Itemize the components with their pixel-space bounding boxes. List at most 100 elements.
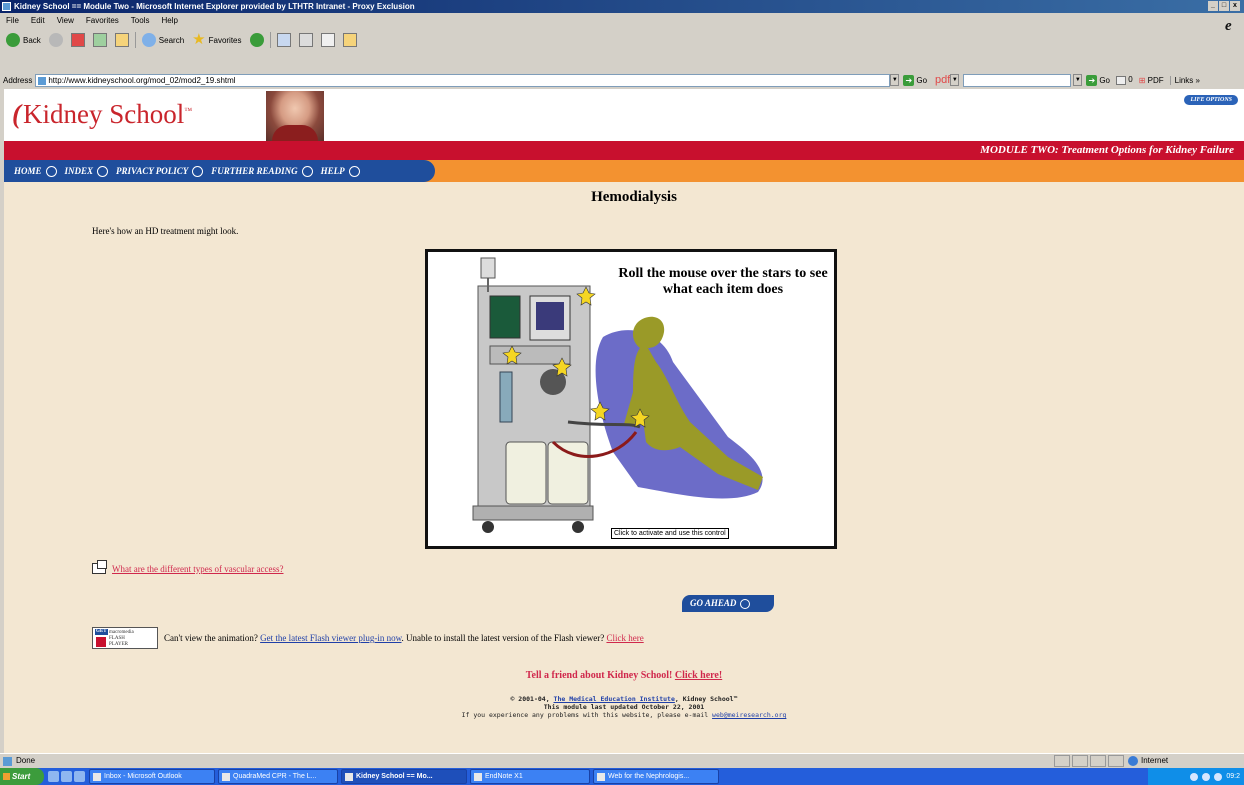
life-options-button[interactable]: LIFE OPTIONS <box>1184 95 1238 105</box>
logo-trademark: ™ <box>184 106 193 115</box>
ie-page-icon <box>2 2 11 11</box>
pdf-dropdown-button[interactable]: ▼ <box>950 74 960 86</box>
go-arrow-icon: ➔ <box>903 74 915 86</box>
quick-launch-icon[interactable] <box>61 771 72 782</box>
home-icon <box>114 33 129 47</box>
flash-animation[interactable]: Roll the mouse over the stars to see wha… <box>425 249 837 549</box>
flash-click-here-link[interactable]: Click here <box>606 633 643 643</box>
flash-badge-line3: PLAYER <box>109 642 128 647</box>
address-label: Address <box>3 75 33 85</box>
nav-privacy-policy[interactable]: PRIVACY POLICY <box>116 165 204 177</box>
status-panel <box>1072 755 1088 767</box>
swoosh-icon <box>348 165 360 177</box>
tray-icon[interactable] <box>1190 772 1199 781</box>
back-button[interactable]: Back <box>4 31 43 49</box>
stop-button[interactable] <box>69 31 87 49</box>
go-button-2[interactable]: ➔ Go <box>1086 74 1110 86</box>
task-label: EndNote X1 <box>485 773 523 780</box>
pdf-search-input[interactable] <box>963 73 1072 87</box>
forward-button[interactable] <box>47 31 65 49</box>
menu-help[interactable]: Help <box>161 14 177 28</box>
page-footer: © 2001-04, The Medical Education Institu… <box>4 695 1244 719</box>
go-label: Go <box>916 75 928 85</box>
menu-view[interactable]: View <box>57 14 74 28</box>
nav-help-label: HELP <box>320 166 345 176</box>
quick-launch <box>48 771 85 782</box>
minimize-button[interactable]: _ <box>1208 1 1218 11</box>
task-outlook[interactable]: Inbox - Microsoft Outlook <box>89 769 215 784</box>
nav-index-label: INDEX <box>64 166 94 176</box>
go-ahead-button[interactable]: GO AHEAD <box>682 595 774 612</box>
globe-icon <box>1128 756 1138 766</box>
refresh-icon <box>92 33 107 47</box>
address-dropdown-button[interactable]: ▼ <box>890 74 900 86</box>
address-url: http://www.kidneyschool.org/mod_02/mod2_… <box>48 75 236 85</box>
address-input[interactable]: http://www.kidneyschool.org/mod_02/mod2_… <box>35 73 891 87</box>
tray-icon[interactable] <box>1214 772 1223 781</box>
links-button[interactable]: Links » <box>1169 75 1200 85</box>
edit-button[interactable] <box>319 31 337 49</box>
vascular-access-link[interactable]: What are the different types of vascular… <box>112 564 284 574</box>
maximize-button[interactable]: □ <box>1219 1 1229 11</box>
task-web-nephrologist[interactable]: Web for the Nephrologis... <box>593 769 719 784</box>
dialyzer <box>499 371 513 423</box>
home-button[interactable] <box>113 31 131 49</box>
page-title: Hemodialysis <box>591 189 677 205</box>
nav-index[interactable]: INDEX <box>64 165 109 177</box>
pdf-search-dropdown[interactable]: ▼ <box>1073 74 1083 86</box>
favorites-button[interactable]: ★ Favorites <box>190 31 243 49</box>
nav-further-label: FURTHER READING <box>211 166 298 176</box>
menu-favorites[interactable]: Favorites <box>86 14 119 28</box>
nav-home-label: HOME <box>14 166 42 176</box>
counter-button[interactable]: 0 <box>1116 75 1133 85</box>
system-tray: 09:2 <box>1148 768 1244 785</box>
back-arrow-icon <box>6 33 20 47</box>
portrait-photo <box>266 91 324 141</box>
quick-launch-icon[interactable] <box>48 771 59 782</box>
menu-file[interactable]: File <box>6 14 19 28</box>
refresh-button[interactable] <box>91 31 109 49</box>
task-quadramed[interactable]: QuadraMed CPR - The L... <box>218 769 338 784</box>
links-label: Links <box>1174 75 1194 85</box>
nav-home[interactable]: HOME <box>14 165 57 177</box>
activate-control-tooltip[interactable]: Click to activate and use this control <box>611 528 729 539</box>
email-link[interactable]: web@meiresearch.org <box>712 711 786 719</box>
flash-install-text: . Unable to install the latest version o… <box>401 633 605 643</box>
tray-icon[interactable] <box>1202 772 1211 781</box>
messenger-button[interactable] <box>341 31 359 49</box>
footer-ks: , Kidney School™ <box>674 695 738 703</box>
counter-value: 0 <box>1128 75 1133 85</box>
close-button[interactable]: x <box>1230 1 1240 11</box>
mail-button[interactable] <box>275 31 293 49</box>
intro-text: Here's how an HD treatment might look. <box>92 226 239 236</box>
start-button[interactable]: Start <box>0 768 44 785</box>
dialysate-jug-left <box>505 441 547 505</box>
print-button[interactable] <box>297 31 315 49</box>
nav-help[interactable]: HELP <box>320 165 360 177</box>
go-ahead-label: GO AHEAD <box>690 598 737 608</box>
pdf-search-label[interactable]: pdf <box>935 74 950 86</box>
flash-plugin-link[interactable]: Get the latest Flash viewer plug-in now <box>260 633 401 643</box>
swoosh-icon <box>97 165 109 177</box>
window-title-bar[interactable]: Kidney School == Module Two - Microsoft … <box>0 0 1244 13</box>
nav-further-reading[interactable]: FURTHER READING <box>211 165 313 177</box>
quick-launch-icon[interactable] <box>74 771 85 782</box>
go-arrow-icon: ➔ <box>1086 74 1098 86</box>
footer-problem: If you experience any problems with this… <box>4 711 1244 719</box>
task-kidney-school[interactable]: Kidney School == Mo... <box>341 769 467 784</box>
task-endnote[interactable]: EndNote X1 <box>470 769 590 784</box>
footer-copyright: © 2001-04, The Medical Education Institu… <box>4 695 1244 703</box>
menu-tools[interactable]: Tools <box>131 14 150 28</box>
pdf-convert-label: PDF <box>1147 75 1164 85</box>
pdf-convert-button[interactable]: ⊞ PDF <box>1139 76 1164 85</box>
footer-updated: This module last updated October 22, 200… <box>543 703 705 711</box>
history-button[interactable] <box>248 31 266 49</box>
tell-friend-link[interactable]: Click here! <box>675 670 722 681</box>
mei-link[interactable]: The Medical Education Institute <box>554 695 675 703</box>
go-button[interactable]: ➔ Go <box>903 74 928 86</box>
menu-edit[interactable]: Edit <box>31 14 45 28</box>
search-button[interactable]: Search <box>140 31 186 49</box>
get-flash-label: GET <box>95 629 108 635</box>
get-flash-player-badge[interactable]: GET macromedia FLASH PLAYER <box>92 627 158 649</box>
kidney-school-logo[interactable]: (Kidney School™ <box>12 99 192 130</box>
